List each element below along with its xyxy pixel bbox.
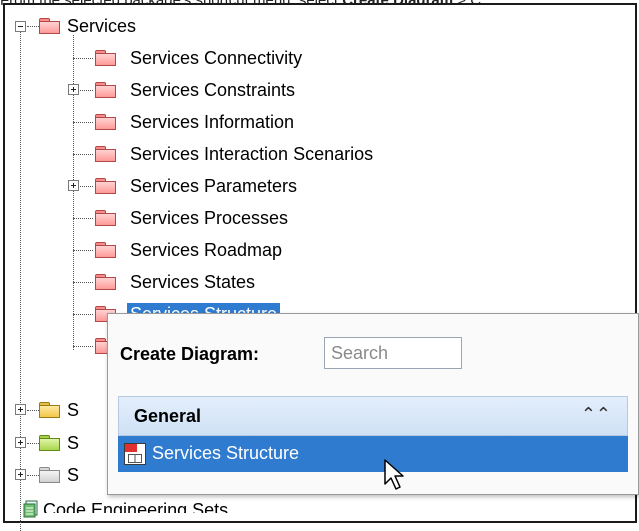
mouse-pointer-icon — [384, 459, 404, 490]
package-folder-icon — [39, 402, 60, 418]
tree-line — [80, 186, 93, 187]
package-folder-icon — [95, 50, 116, 66]
services-structure-diagram-icon — [124, 443, 146, 465]
diagram-item-label: Services Structure — [152, 443, 300, 463]
tree-item-services-connectivity[interactable]: Services Connectivity — [130, 47, 302, 69]
tree-line — [73, 35, 74, 350]
package-folder-icon — [95, 146, 116, 162]
tree-item-sibling[interactable]: S — [67, 399, 79, 421]
package-folder-icon — [39, 18, 60, 34]
search-input[interactable] — [324, 337, 462, 369]
diagram-item-services-structure[interactable]: Services Structure — [118, 436, 628, 472]
package-folder-icon — [95, 114, 116, 130]
tree-line — [73, 218, 93, 219]
tree-item-services[interactable]: Services — [67, 15, 136, 37]
tree-item-services-information[interactable]: Services Information — [130, 111, 294, 133]
tree-line — [73, 154, 93, 155]
tree-line — [73, 58, 93, 59]
tree-line — [73, 122, 93, 123]
tree-line — [73, 282, 93, 283]
category-label: General — [134, 406, 202, 426]
tree-item-services-interaction-scenarios[interactable]: Services Interaction Scenarios — [130, 143, 373, 165]
package-folder-icon — [95, 178, 116, 194]
package-folder-icon — [39, 467, 60, 483]
tree-item-sibling[interactable]: S — [67, 432, 79, 454]
tree-line — [27, 475, 39, 476]
tree-item-services-parameters[interactable]: Services Parameters — [130, 175, 297, 197]
code-engineering-icon — [23, 500, 39, 518]
package-folder-icon — [95, 210, 116, 226]
tree-item-sibling[interactable]: S — [67, 464, 79, 486]
expand-toggle[interactable] — [68, 84, 79, 95]
tree-line — [27, 410, 39, 411]
tree-item-code-engineering-sets[interactable]: Code Engineering Sets — [43, 499, 228, 513]
create-diagram-popup: Create Diagram: General ⌃⌃ Services Stru… — [107, 313, 639, 495]
expand-toggle[interactable] — [15, 404, 26, 415]
package-folder-icon — [95, 274, 116, 290]
tree-item-services-roadmap[interactable]: Services Roadmap — [130, 239, 282, 261]
tree-line — [73, 346, 93, 347]
tree-line — [27, 443, 39, 444]
tree-line — [80, 90, 93, 91]
package-folder-icon — [95, 242, 116, 258]
tree-line — [73, 314, 93, 315]
package-folder-icon — [95, 82, 116, 98]
tree-item-services-processes[interactable]: Services Processes — [130, 207, 288, 229]
expand-toggle[interactable] — [15, 469, 26, 480]
expand-toggle[interactable] — [15, 437, 26, 448]
tree-line — [73, 250, 93, 251]
package-folder-icon — [39, 435, 60, 451]
category-header-general[interactable]: General ⌃⌃ — [118, 396, 628, 436]
expand-toggle[interactable] — [68, 180, 79, 191]
tree-item-services-constraints[interactable]: Services Constraints — [130, 79, 295, 101]
tree-line — [27, 26, 39, 27]
double-chevron-up-icon[interactable]: ⌃⌃ — [581, 404, 611, 425]
tree-item-services-states[interactable]: Services States — [130, 271, 255, 293]
tree-line — [20, 26, 21, 531]
popup-title: Create Diagram: — [120, 344, 260, 364]
collapse-toggle[interactable] — [15, 21, 26, 32]
